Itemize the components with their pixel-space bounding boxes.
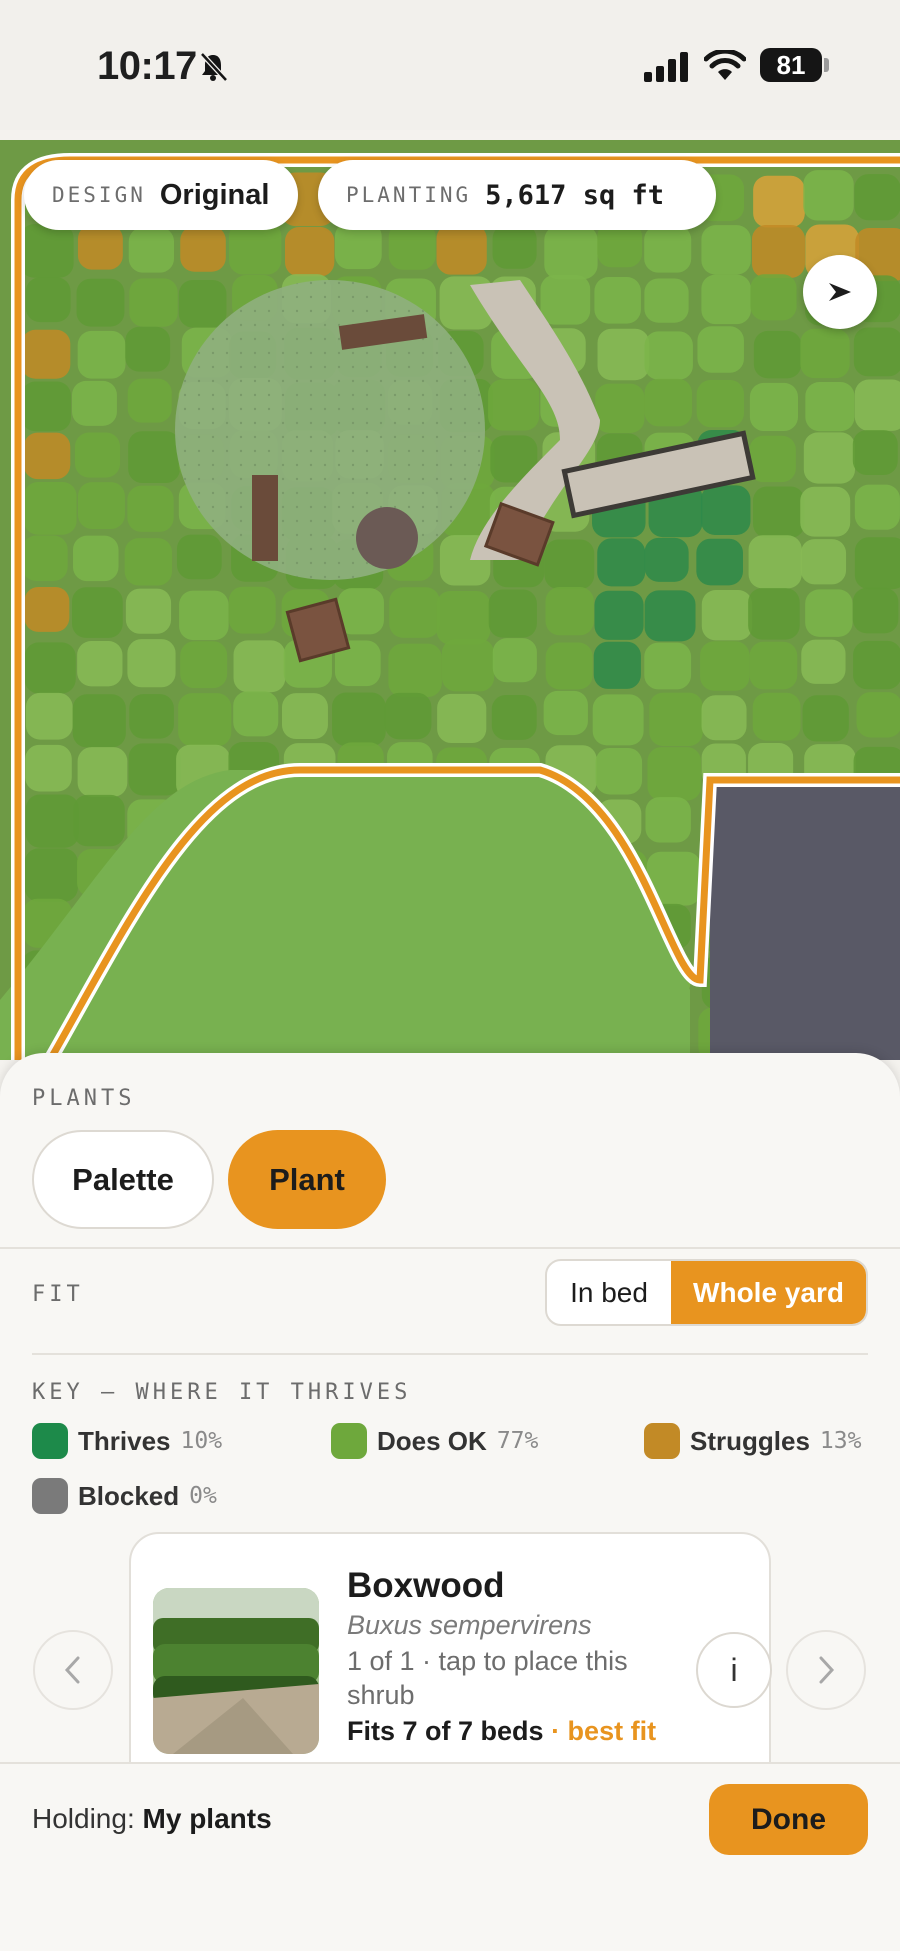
legend-swatch xyxy=(32,1478,68,1514)
locate-button[interactable] xyxy=(803,255,877,329)
plant-name: Boxwood xyxy=(347,1566,505,1605)
plant-card[interactable]: Boxwood Buxus sempervirens 1 of 1 · tap … xyxy=(129,1532,771,1792)
plant-fit-text: Fits 7 of 7 beds · best fit xyxy=(347,1716,657,1746)
legend-item-does-ok: Does OK 77% xyxy=(331,1423,538,1459)
legend-name: Blocked xyxy=(78,1480,180,1511)
fit-option-in-bed[interactable]: In bed xyxy=(547,1261,671,1324)
planting-label: PLANTING xyxy=(346,183,472,207)
legend-name: Does OK xyxy=(377,1425,487,1456)
holding-label: Holding: xyxy=(32,1803,135,1834)
plants-section-label: PLANTS xyxy=(32,1086,136,1111)
fit-label: FIT xyxy=(32,1282,84,1307)
design-label: DESIGN xyxy=(52,183,146,207)
plant-count-text: 1 of 1 · tap to place this shrub xyxy=(347,1646,628,1710)
divider xyxy=(32,1353,868,1355)
legend-swatch xyxy=(644,1423,680,1459)
legend-pct: 13% xyxy=(819,1428,862,1454)
key-label: KEY — WHERE IT THRIVES xyxy=(32,1380,412,1405)
design-value: Original xyxy=(159,178,270,211)
fit-option-whole-yard[interactable]: Whole yard xyxy=(671,1261,866,1324)
plant-photo xyxy=(153,1588,319,1754)
palette-button[interactable]: Palette xyxy=(32,1130,214,1229)
plant-button[interactable]: Plant xyxy=(228,1130,386,1229)
bell-muted-icon xyxy=(196,50,230,84)
battery-level: 81 xyxy=(760,48,822,82)
garden-map[interactable] xyxy=(0,140,900,1060)
fit-toggle[interactable]: In bed Whole yard xyxy=(545,1259,868,1326)
navigation-arrow-icon xyxy=(829,283,851,301)
legend-name: Struggles xyxy=(690,1425,810,1456)
design-pill[interactable]: DESIGN Original xyxy=(24,160,298,230)
legend-item-blocked: Blocked 0% xyxy=(32,1478,217,1514)
legend-pct: 10% xyxy=(180,1428,223,1454)
legend-name: Thrives xyxy=(78,1425,171,1456)
plant-latin-name: Buxus sempervirens xyxy=(347,1610,592,1640)
plant-info-button[interactable]: i xyxy=(696,1632,772,1708)
legend-pct: 77% xyxy=(496,1428,539,1454)
status-bar: 10:17 81 xyxy=(0,0,900,130)
planting-pill: PLANTING 5,617 sq ft xyxy=(318,160,716,230)
legend-swatch xyxy=(32,1423,68,1459)
best-fit-badge: · best fit xyxy=(551,1716,657,1746)
divider xyxy=(0,1247,900,1249)
legend-swatch xyxy=(331,1423,367,1459)
chevron-left-icon xyxy=(64,1656,80,1684)
garden-map-canvas[interactable] xyxy=(0,140,900,1060)
done-button[interactable]: Done xyxy=(709,1784,868,1855)
next-plant-button[interactable] xyxy=(786,1630,866,1710)
battery-icon xyxy=(824,58,829,72)
legend-pct: 0% xyxy=(189,1483,217,1509)
holding-value: My plants xyxy=(142,1803,272,1834)
planting-area-value: 5,617 sq ft xyxy=(485,179,664,211)
legend-item-thrives: Thrives 10% xyxy=(32,1423,222,1459)
wifi-icon xyxy=(703,48,747,87)
status-time: 10:17 xyxy=(97,44,197,88)
cellular-signal-icon xyxy=(644,52,690,87)
previous-plant-button[interactable] xyxy=(33,1630,113,1710)
chevron-right-icon xyxy=(819,1656,835,1684)
holding-status: Holding: My plants xyxy=(32,1803,272,1835)
legend-item-struggles: Struggles 13% xyxy=(644,1423,861,1459)
